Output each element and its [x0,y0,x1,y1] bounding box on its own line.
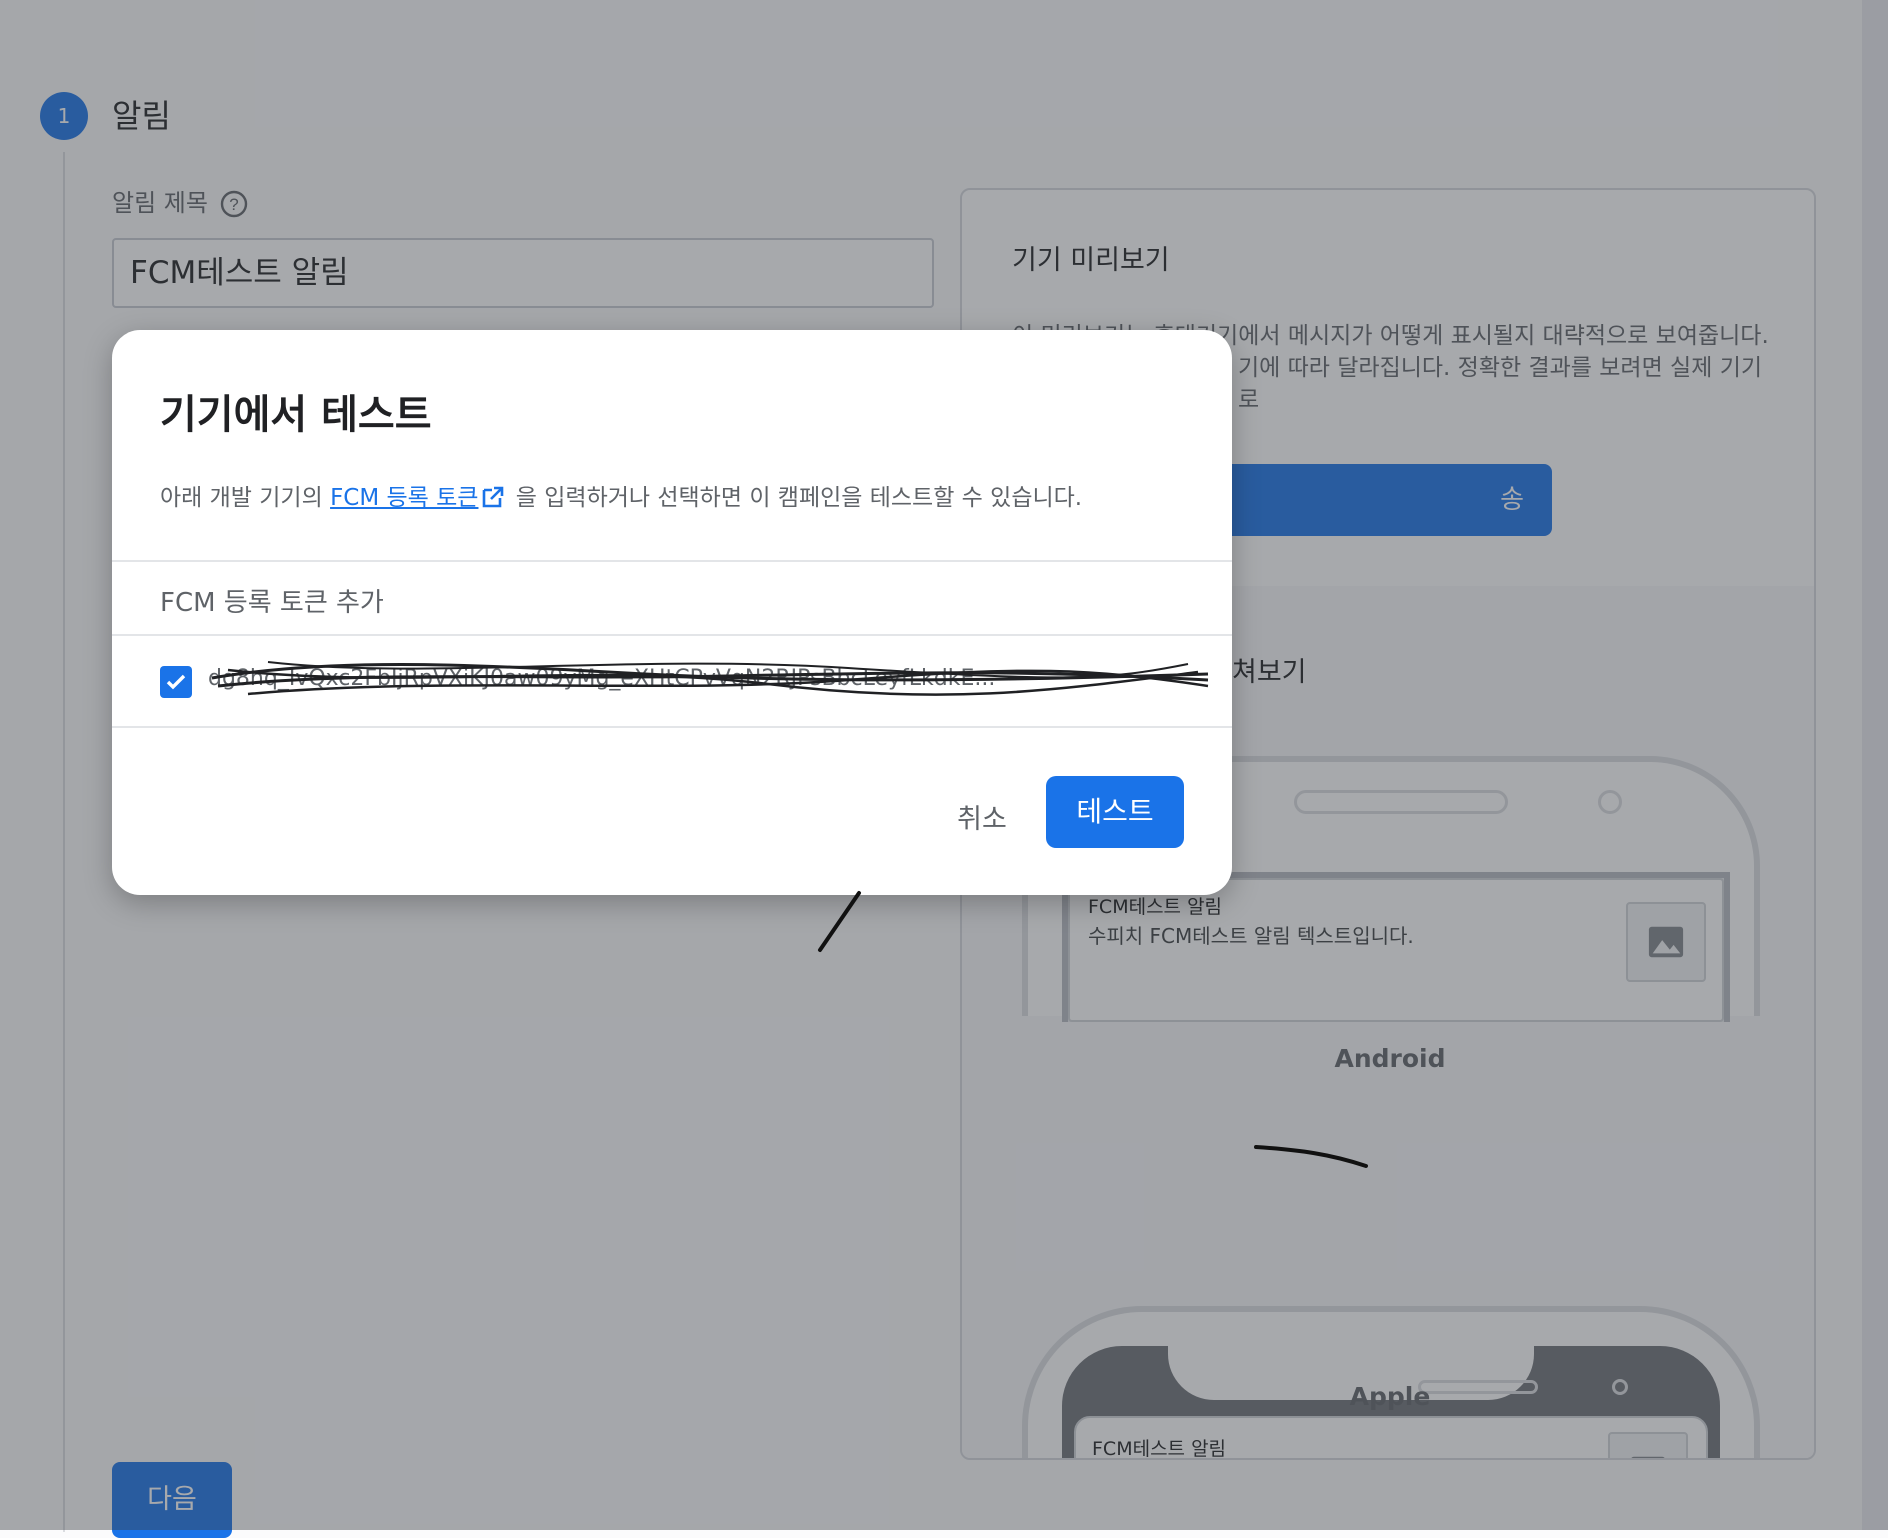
campaign-editor-page: 1 알림 알림 제목 ? FCM테스트 알림 다음 기기 미리보기 이 미리보기… [0,0,1888,1538]
pen-annotation-marks [818,891,1368,1168]
